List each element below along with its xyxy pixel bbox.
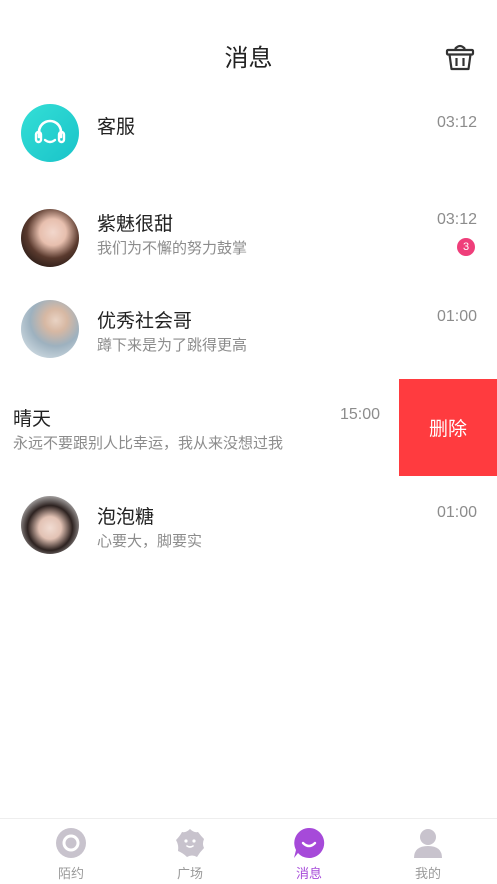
person-icon — [414, 829, 442, 858]
tab-square[interactable]: 广场 — [128, 819, 252, 884]
conversation-name: 紫魅很甜 — [97, 214, 174, 235]
conversation-preview: 我们为不懈的努力鼓掌 — [97, 240, 248, 257]
conversation-name: 晴天 — [13, 409, 52, 430]
tab-label: 消息 — [295, 866, 322, 881]
tab-bar: 陌约 广场 消息 我的 — [0, 818, 497, 884]
tab-label: 广场 — [176, 866, 203, 881]
tab-label: 我的 — [414, 866, 441, 881]
conversation-time: 15:00 — [339, 406, 380, 423]
conversation-preview: 心要大，脚要实 — [97, 533, 203, 550]
conversation-row[interactable]: 客服 03:12 — [0, 94, 497, 190]
avatar — [21, 300, 79, 358]
conversation-time: 01:00 — [436, 504, 477, 521]
conversation-name: 泡泡糖 — [97, 507, 155, 528]
tab-moyue[interactable]: 陌约 — [9, 819, 133, 884]
unread-badge: 3 — [457, 238, 475, 256]
tab-messages[interactable]: 消息 — [247, 819, 371, 884]
conversation-row[interactable]: 紫魅很甜 我们为不懈的努力鼓掌 03:12 — [0, 199, 497, 295]
delete-button[interactable]: 删除 — [399, 379, 497, 476]
conversation-name: 客服 — [97, 117, 136, 138]
avatar — [21, 209, 79, 267]
headset-icon — [21, 104, 79, 162]
conversation-row[interactable]: 泡泡糖 心要大，脚要实 01:00 — [0, 492, 497, 588]
camera-lens-icon — [56, 828, 86, 858]
page-title: 消息 — [224, 45, 273, 72]
flower-face-icon — [176, 829, 204, 857]
tab-profile[interactable]: 我的 — [366, 819, 490, 884]
header: 消息 — [0, 0, 497, 104]
conversation-time: 03:12 — [436, 114, 477, 131]
tab-label: 陌约 — [57, 866, 84, 881]
conversation-preview: 蹲下来是为了跳得更高 — [97, 337, 248, 354]
conversation-preview: 永远不要跟别人比幸运，我从来没想过我 — [13, 435, 284, 452]
conversation-row[interactable]: 优秀社会哥 蹲下来是为了跳得更高 01:00 — [0, 296, 497, 392]
avatar — [21, 496, 79, 554]
message-smile-icon — [294, 827, 325, 858]
trash-basket-icon[interactable] — [444, 40, 476, 72]
conversation-name: 优秀社会哥 — [97, 311, 193, 332]
conversation-time: 01:00 — [436, 308, 477, 325]
conversation-time: 03:12 — [436, 211, 477, 228]
